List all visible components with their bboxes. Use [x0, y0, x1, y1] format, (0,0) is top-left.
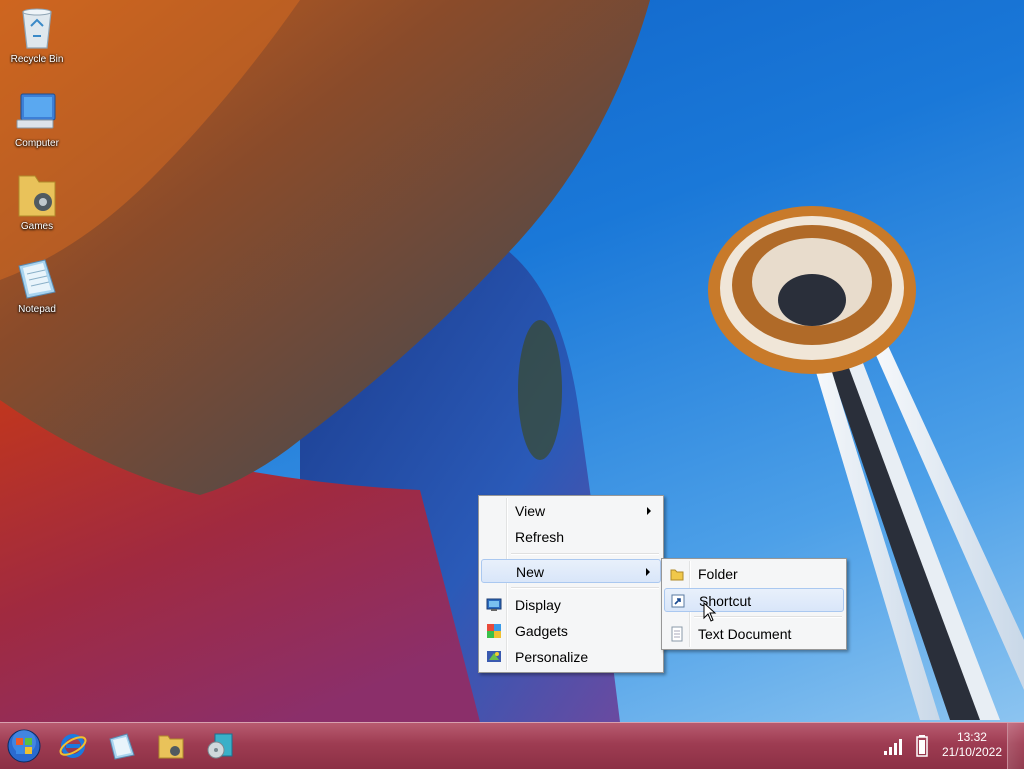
show-desktop-button[interactable] — [1007, 723, 1024, 769]
desktop-icon-games[interactable]: Games — [4, 171, 70, 249]
games-icon — [15, 171, 59, 219]
clock-date: 21/10/2022 — [941, 745, 1002, 759]
submenu-arrow-icon — [646, 568, 650, 576]
submenu-item-shortcut[interactable]: Shortcut — [664, 588, 844, 612]
menu-item-display[interactable]: Display — [481, 593, 661, 617]
signal-icon[interactable] — [884, 737, 906, 755]
desktop-icon-label: Computer — [15, 138, 59, 149]
windows-explorer-icon — [158, 735, 184, 759]
mouse-cursor-icon — [703, 602, 717, 622]
menu-separator — [511, 587, 659, 589]
menu-item-personalize[interactable]: Personalize — [481, 645, 661, 669]
desktop-icon-label: Recycle Bin — [10, 54, 64, 65]
desktop-icon-computer[interactable]: Computer — [4, 88, 70, 166]
menu-item-gadgets[interactable]: Gadgets — [481, 619, 661, 643]
tray-clock[interactable]: 13:32 21/10/2022 — [942, 730, 1002, 760]
shortcut-icon — [670, 593, 686, 609]
desktop-context-menu: View Refresh New Display Gadgets Persona… — [478, 495, 664, 673]
desktop[interactable]: Recycle Bin Computer Games Notepad View … — [0, 0, 1024, 722]
submenu-arrow-icon — [647, 507, 651, 515]
recycle-bin-icon — [15, 4, 59, 52]
start-orb-icon — [7, 729, 41, 763]
menu-item-view[interactable]: View — [481, 499, 661, 523]
taskbar: 13:32 21/10/2022 — [0, 722, 1024, 769]
new-submenu: Folder Shortcut Text Document — [661, 558, 847, 650]
desktop-icon-label: Games — [20, 221, 54, 232]
media-player-icon — [207, 733, 233, 759]
taskbar-internet-explorer[interactable] — [53, 726, 93, 766]
clock-time: 13:32 — [956, 730, 987, 744]
submenu-item-folder[interactable]: Folder — [664, 562, 844, 586]
desktop-icon-label: Notepad — [18, 304, 56, 315]
taskbar-windows-explorer[interactable] — [151, 726, 191, 766]
internet-explorer-icon — [59, 734, 87, 758]
submenu-item-text-document[interactable]: Text Document — [664, 622, 844, 646]
notepad-icon — [109, 733, 135, 760]
menu-separator — [511, 553, 659, 555]
start-button[interactable] — [4, 726, 44, 766]
display-icon — [486, 597, 502, 613]
notepad-icon — [15, 254, 59, 302]
computer-icon — [15, 88, 59, 136]
text-document-icon — [669, 626, 685, 642]
desktop-icon-recycle-bin[interactable]: Recycle Bin — [4, 4, 70, 82]
personalize-icon — [486, 649, 502, 665]
gadgets-icon — [486, 623, 502, 639]
menu-item-refresh[interactable]: Refresh — [481, 525, 661, 549]
taskbar-media-player[interactable] — [200, 726, 240, 766]
menu-item-new[interactable]: New — [481, 559, 661, 583]
desktop-icon-notepad[interactable]: Notepad — [4, 254, 70, 332]
folder-icon — [669, 566, 685, 582]
taskbar-notepad[interactable] — [102, 726, 142, 766]
battery-icon[interactable] — [916, 735, 928, 757]
